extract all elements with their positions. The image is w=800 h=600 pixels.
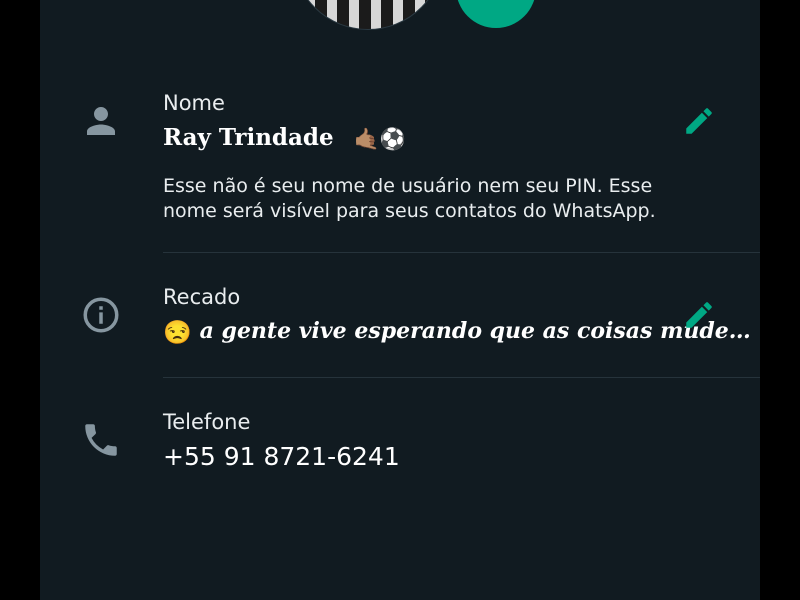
about-emoji: 😒: [163, 319, 192, 346]
edit-about-pencil-icon[interactable]: [682, 298, 716, 332]
profile-photo[interactable]: [292, 0, 444, 30]
name-value[interactable]: Ray Trindade 🤙🏽⚽: [163, 124, 406, 152]
about-value[interactable]: 😒 a gente vive esperando que as coisas mu…: [163, 318, 751, 346]
phone-value: +55 91 8721-6241: [163, 442, 400, 471]
about-text: a gente vive esperando que as coisas mud…: [199, 318, 751, 344]
info-icon: [80, 294, 122, 336]
person-icon: [80, 100, 122, 142]
name-hint-text: Esse não é seu nome de usuário nem seu P…: [163, 175, 656, 222]
change-photo-button[interactable]: [456, 0, 536, 28]
edit-name-pencil-icon[interactable]: [682, 104, 716, 138]
divider: [163, 252, 760, 253]
phone-icon: [80, 419, 122, 461]
name-text: Ray Trindade: [163, 124, 334, 151]
divider: [163, 377, 760, 378]
about-label: Recado: [163, 285, 241, 309]
profile-screen: Nome Ray Trindade 🤙🏽⚽ Esse não é seu nom…: [40, 0, 760, 600]
name-emojis: 🤙🏽⚽: [353, 126, 406, 151]
name-label: Nome: [163, 91, 225, 115]
phone-label: Telefone: [163, 410, 251, 434]
